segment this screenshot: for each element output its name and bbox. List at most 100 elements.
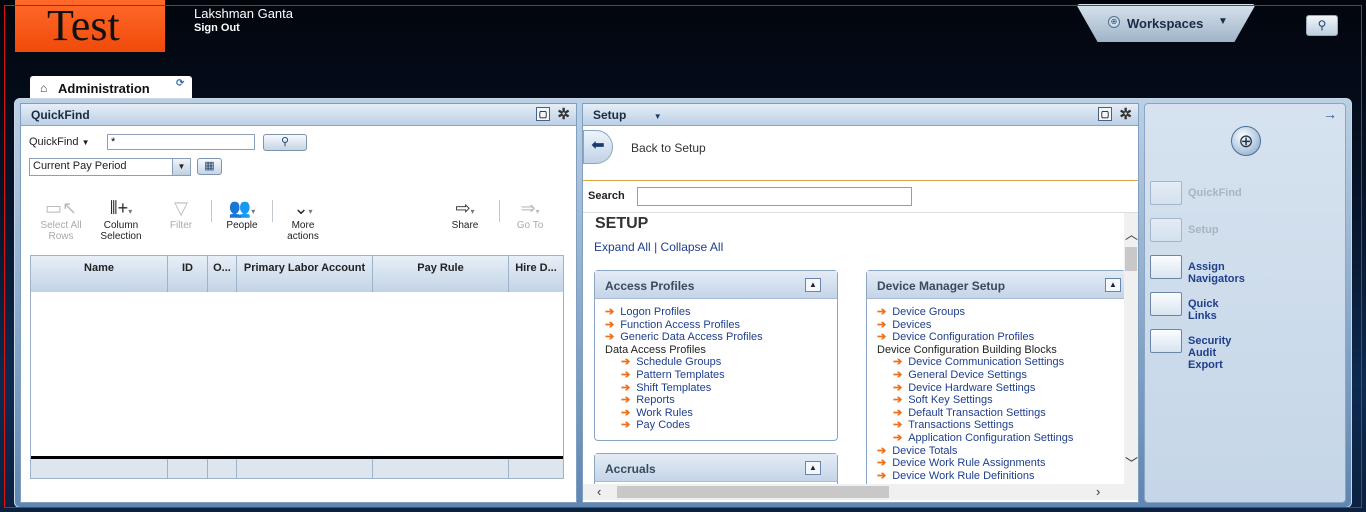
column-header-name[interactable]: Name (31, 256, 168, 292)
setup-link-item[interactable]: ➔ Pattern Templates (605, 369, 837, 382)
panel-icon (1150, 218, 1182, 242)
setup-link-item[interactable]: ➔ Reports (605, 394, 837, 407)
arrow-right-icon: ➔ (605, 331, 615, 344)
arrow-right-icon: ➔ (621, 381, 631, 394)
separator: | (654, 240, 658, 254)
chevron-down-icon[interactable]: ▼ (654, 112, 662, 121)
filter-button[interactable]: ▽ Filter (151, 196, 211, 231)
item-label: Generic Data Access Profiles (620, 331, 763, 344)
scroll-thumb[interactable] (1125, 247, 1137, 271)
calendar-button[interactable]: ▦ (197, 158, 222, 175)
setup-link-item[interactable]: ➔ Device Totals (877, 445, 1124, 458)
setup-link-item[interactable]: ➔ Device Groups (877, 306, 1124, 319)
refresh-icon[interactable]: ⟳ (176, 78, 184, 89)
arrow-right-icon: ➔ (877, 306, 887, 318)
filter-icon: ▽ (174, 198, 188, 218)
home-icon: ⌂ (40, 81, 48, 95)
panel-icon (1150, 255, 1182, 279)
maximize-icon[interactable]: ▢ (1098, 107, 1112, 121)
back-icon[interactable]: ⬅ (583, 130, 613, 164)
collapse-all-link[interactable]: Collapse All (661, 240, 724, 254)
setup-link-item[interactable]: ➔ Device Configuration Profiles (877, 331, 1124, 344)
scroll-up-icon[interactable]: ︿ (1125, 224, 1138, 243)
setup-link-item[interactable]: ➔ Device Work Rule Definitions (877, 470, 1124, 483)
go-to-button[interactable]: ⇒▾ Go To (500, 196, 560, 231)
setup-link-item[interactable]: ➔ Device Hardware Settings (877, 382, 1124, 395)
arrow-right-icon: ➔ (877, 457, 887, 470)
setup-link-item[interactable]: ➔ Devices (877, 319, 1124, 332)
global-search-button[interactable]: ⚲ (1306, 15, 1338, 36)
expand-all-link[interactable]: Expand All (594, 240, 651, 254)
panel-title: Setup (593, 108, 627, 122)
quickfind-search-button[interactable]: ⚲ (263, 134, 307, 151)
back-to-setup-link[interactable]: Back to Setup (631, 141, 706, 155)
setup-link-item[interactable]: ➔ Device Communication Settings (877, 356, 1124, 369)
gear-icon[interactable]: ✲ (1119, 105, 1132, 123)
share-icon: ⇨▾ (455, 198, 475, 218)
horizontal-scrollbar[interactable]: ‹ › (583, 484, 1138, 500)
section-header[interactable]: Device Manager Setup ▲ (867, 271, 1124, 299)
item-label: Function Access Profiles (620, 318, 741, 331)
setup-link-item[interactable]: ➔ Device Work Rule Assignments (877, 457, 1124, 470)
quickfind-search-input[interactable] (107, 134, 255, 150)
setup-link-item[interactable]: ➔ Shift Templates (605, 382, 837, 395)
period-select[interactable]: Current Pay Period ▼ (29, 158, 191, 176)
collapse-icon[interactable]: ▲ (805, 461, 821, 475)
setup-link-item[interactable]: ➔ Work Rules (605, 407, 837, 420)
collapse-icon[interactable]: ▲ (805, 278, 821, 292)
setup-link-item[interactable]: ➔ Transactions Settings (877, 419, 1124, 432)
arrow-right-icon: ➔ (621, 356, 631, 369)
user-name: Lakshman Ganta (194, 6, 294, 21)
collapse-icon[interactable]: ▲ (1105, 278, 1121, 292)
setup-link-item[interactable]: ➔ Generic Data Access Profiles (605, 331, 837, 344)
setup-link-item[interactable]: ➔ Application Configuration Settings (877, 432, 1124, 445)
column-header-hire-date[interactable]: Hire D... (509, 256, 563, 292)
people-button[interactable]: 👥▾ People (212, 196, 272, 231)
arrow-right-icon: ➔ (877, 331, 887, 344)
setup-panel: Setup ▼ ▢ ✲ ⬅ Back to Setup Search SETUP… (582, 103, 1139, 503)
item-label: Schedule Groups (636, 356, 722, 369)
employee-grid: Name ID O... Primary Labor Account Pay R… (30, 255, 564, 479)
setup-link-item[interactable]: ➔ Pay Codes (605, 419, 837, 432)
arrow-right-icon: ➔ (877, 469, 887, 482)
setup-link-item[interactable]: ➔ Function Access Profiles (605, 319, 837, 332)
search-icon: ⚲ (280, 136, 290, 148)
scroll-left-icon[interactable]: ‹ (597, 484, 601, 499)
setup-link-item[interactable]: ➔ General Device Settings (877, 369, 1124, 382)
chevron-down-icon: ▼ (172, 159, 190, 175)
column-header-o[interactable]: O... (208, 256, 237, 292)
section-header[interactable]: Access Profiles ▲ (595, 271, 837, 299)
sign-out-link[interactable]: Sign Out (194, 22, 240, 34)
arrow-right-icon: ➔ (893, 394, 903, 407)
item-label: Pay Codes (636, 419, 691, 432)
grid-footer (31, 456, 563, 478)
section-header[interactable]: Accruals ▲ (595, 454, 837, 482)
chevron-down-icon[interactable]: ▼ (1218, 16, 1228, 27)
accruals-section: Accruals ▲ (594, 453, 838, 484)
vertical-scrollbar[interactable]: ︿ ﹀ (1124, 213, 1138, 484)
column-header-pay-rule[interactable]: Pay Rule (373, 256, 509, 292)
setup-link-item[interactable]: ➔ Schedule Groups (605, 356, 837, 369)
setup-link-item[interactable]: ➔ Default Transaction Settings (877, 407, 1124, 420)
scroll-right-icon[interactable]: › (1096, 484, 1100, 499)
column-header-primary-labor-account[interactable]: Primary Labor Account (237, 256, 373, 292)
workspaces-label[interactable]: Workspaces (1127, 16, 1203, 31)
setup-link-item[interactable]: ➔ Soft Key Settings (877, 394, 1124, 407)
scroll-down-icon[interactable]: ﹀ (1125, 453, 1138, 472)
select-all-icon: ▭↖ (44, 198, 78, 218)
column-header-id[interactable]: ID (168, 256, 208, 292)
setup-search-input[interactable] (637, 187, 912, 206)
select-all-rows-button[interactable]: ▭↖ Select All Rows (31, 196, 91, 242)
maximize-icon[interactable]: ▢ (536, 107, 550, 121)
column-selection-button[interactable]: ⦀+▾ Column Selection (91, 196, 151, 242)
more-actions-button[interactable]: ⌄▾ More actions (273, 196, 333, 242)
item-label: Device Configuration Building Blocks (877, 343, 1057, 356)
arrow-right-icon: ➔ (893, 431, 903, 444)
setup-panel-header: Setup ▼ ▢ ✲ (583, 104, 1138, 126)
gear-icon[interactable]: ✲ (557, 105, 570, 123)
quickfind-type-dropdown[interactable]: QuickFind ▼ (29, 136, 90, 148)
share-button[interactable]: ⇨▾ Share (435, 196, 495, 231)
scroll-thumb[interactable] (617, 486, 889, 498)
setup-link-item[interactable]: ➔ Logon Profiles (605, 306, 837, 319)
arrow-right-icon[interactable]: → (1323, 106, 1337, 122)
